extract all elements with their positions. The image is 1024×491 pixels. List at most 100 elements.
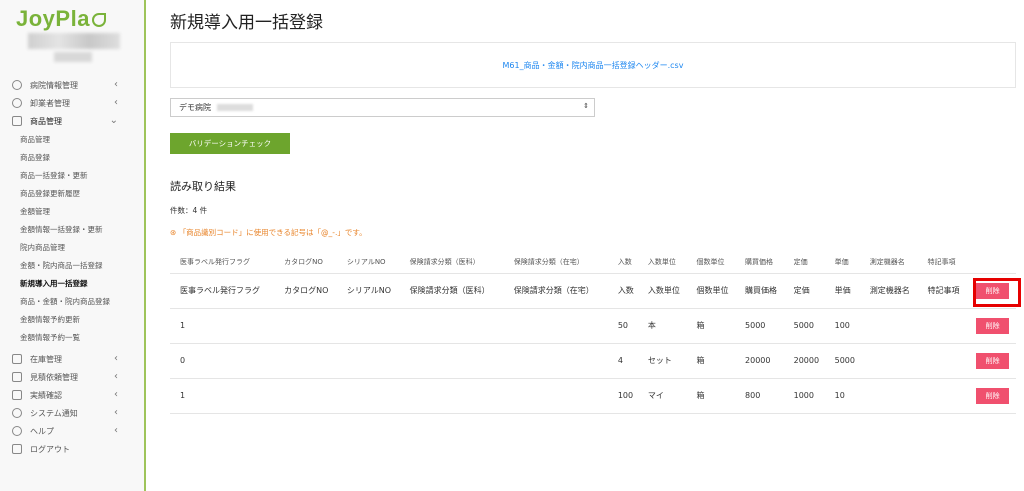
file-dropzone[interactable]: M61_商品・金額・院内商品一括登録ヘッダー.csv: [170, 42, 1016, 88]
sidebar-item-inventory[interactable]: 在庫管理 ‹: [0, 350, 144, 368]
table-cell: マイ: [637, 378, 687, 414]
user-name-blurred: [28, 33, 120, 49]
database-icon: [12, 354, 22, 364]
table-cell: [399, 378, 504, 414]
column-header: 保険請求分類（在宅）: [503, 251, 608, 274]
table-cell: 購買価格: [735, 273, 784, 309]
sidebar-item-label: 卸業者管理: [30, 98, 70, 108]
sidebar-subitem[interactable]: 商品一括登録・更新: [0, 166, 144, 184]
delete-row-button[interactable]: 削除: [976, 352, 1010, 369]
table-cell: [336, 378, 400, 414]
table-cell: カタログNO: [274, 273, 337, 309]
sidebar-item-label: 商品管理: [30, 116, 62, 126]
sidebar-item-notice[interactable]: システム通知 ‹: [0, 404, 144, 422]
table-row: 0 4 セット 箱 20000 20000 5000 削除: [170, 343, 1016, 379]
column-header: 入数: [607, 251, 638, 274]
hospital-select[interactable]: デモ病院 ⇕: [170, 98, 595, 117]
table-cell: 0: [170, 343, 275, 379]
chevron-left-icon: ‹: [114, 353, 118, 364]
table-cell: 箱: [686, 343, 736, 379]
sidebar-item-label: 病院情報管理: [30, 80, 78, 90]
sidebar-item-logout[interactable]: ログアウト: [0, 440, 144, 458]
chevron-left-icon: ‹: [114, 425, 118, 436]
table-cell: 箱: [686, 308, 736, 344]
sidebar: JoyPla 病院情報管理 ‹ 卸業者管理 ‹ 商品管理 ⌄ 商品管理 商品登録 商品…: [0, 0, 146, 491]
sidebar-item-label: 実績確認: [30, 390, 62, 400]
validation-check-button[interactable]: バリデーションチェック: [170, 133, 290, 154]
csv-template-link[interactable]: M61_商品・金額・院内商品一括登録ヘッダー.csv: [503, 60, 684, 71]
sidebar-item-help[interactable]: ヘルプ ‹: [0, 422, 144, 440]
sidebar-item-label: ログアウト: [30, 444, 70, 454]
table-cell: 10: [824, 378, 860, 414]
table-cell: [399, 343, 504, 379]
column-header: シリアルNO: [336, 251, 400, 274]
sidebar-subitem[interactable]: 院内商品管理: [0, 238, 144, 256]
warning-text: 「商品識別コード」に使用できる記号は「@_-.」です。: [178, 228, 367, 237]
sidebar-item-distributor[interactable]: 卸業者管理 ‹: [0, 94, 144, 112]
sidebar-item-label: 見積依頼管理: [30, 372, 78, 382]
table-row: 1 50 本 箱 5000 5000 100 削除: [170, 308, 1016, 344]
table-cell: [859, 343, 918, 379]
sidebar-item-product[interactable]: 商品管理 ⌄: [0, 112, 144, 130]
sidebar-subitem[interactable]: 金額情報一括登録・更新: [0, 220, 144, 238]
chevron-left-icon: ‹: [114, 79, 118, 90]
sidebar-subitem[interactable]: 金額情報予約一覧: [0, 328, 144, 346]
sidebar-item-results[interactable]: 実績確認 ‹: [0, 386, 144, 404]
chevron-left-icon: ‹: [114, 407, 118, 418]
sidebar-subitem[interactable]: 商品管理: [0, 130, 144, 148]
table-cell: [859, 378, 918, 414]
sidebar-subitem[interactable]: 金額・院内商品一括登録: [0, 256, 144, 274]
users-icon: [12, 98, 22, 108]
sidebar-item-hospital[interactable]: 病院情報管理 ‹: [0, 76, 144, 94]
sidebar-subitem[interactable]: 商品登録: [0, 148, 144, 166]
app-logo[interactable]: JoyPla: [16, 6, 106, 32]
table-cell: [336, 343, 400, 379]
table-cell: 5000: [735, 308, 784, 344]
table-cell: シリアルNO: [336, 273, 400, 309]
table-cell: [917, 378, 967, 414]
table-cell: 20000: [783, 343, 825, 379]
table-cell: 5000: [824, 343, 860, 379]
table-cell: 1000: [783, 378, 825, 414]
table-cell: 保険請求分類（在宅）: [503, 273, 608, 309]
printer-icon: [12, 372, 22, 382]
table-cell-action: 削除: [966, 378, 1016, 414]
table-cell-action: 削除: [966, 308, 1016, 344]
column-header: 測定機器名: [859, 251, 918, 274]
table-cell: [503, 343, 608, 379]
column-header: 単価: [824, 251, 860, 274]
table-cell: [917, 308, 967, 344]
sidebar-subitem[interactable]: 金額管理: [0, 202, 144, 220]
sidebar-item-label: 在庫管理: [30, 354, 62, 364]
column-header: 定価: [783, 251, 825, 274]
main-content: 新規導入用一括登録 M61_商品・金額・院内商品一括登録ヘッダー.csv デモ病…: [148, 0, 1024, 491]
sidebar-subitem[interactable]: 商品登録更新履歴: [0, 184, 144, 202]
table-cell: 5000: [783, 308, 825, 344]
table-cell: [336, 308, 400, 344]
table-cell: [274, 308, 337, 344]
table-cell: 単価: [824, 273, 860, 309]
table-cell: 1: [170, 308, 275, 344]
users-icon: [12, 80, 22, 90]
sidebar-item-quote[interactable]: 見積依頼管理 ‹: [0, 368, 144, 386]
column-header: 特記事項: [917, 251, 967, 274]
table-cell: 100: [607, 378, 638, 414]
table-cell: 入数単位: [637, 273, 687, 309]
table-row: 1 100 マイ 箱 800 1000 10 削除: [170, 378, 1016, 414]
results-title: 読み取り結果: [170, 180, 236, 193]
sidebar-subitem[interactable]: 商品・金額・院内商品登録: [0, 292, 144, 310]
table-cell: 特記事項: [917, 273, 967, 309]
table-cell: 50: [607, 308, 638, 344]
delete-row-button[interactable]: 削除: [976, 317, 1010, 334]
table-cell-action: 削除: [966, 343, 1016, 379]
results-table: 医事ラベル発行フラグ カタログNO シリアルNO 保険請求分類（医科） 保険請求…: [170, 251, 1016, 414]
table-cell: [503, 308, 608, 344]
leaf-logo-icon: [91, 13, 106, 28]
sidebar-subitem-current[interactable]: 新規導入用一括登録: [0, 274, 144, 292]
table-cell: 本: [637, 308, 687, 344]
signout-icon: [12, 444, 22, 454]
table-cell: 100: [824, 308, 860, 344]
sidebar-subitem[interactable]: 金額情報予約更新: [0, 310, 144, 328]
table-cell: 20000: [735, 343, 784, 379]
delete-row-button[interactable]: 削除: [976, 387, 1010, 404]
